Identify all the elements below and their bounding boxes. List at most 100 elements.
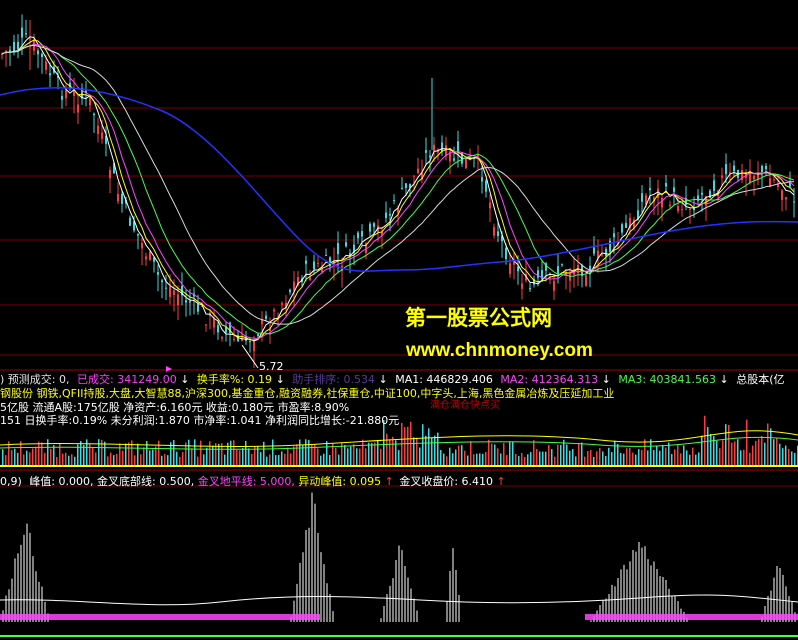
volume-bar [497, 448, 499, 465]
volume-bar [707, 427, 709, 465]
volume-bar [398, 450, 400, 465]
forecast-volume-label: ) 预测成交: 0, [0, 373, 70, 386]
volume-bar [11, 450, 13, 465]
candle-body [453, 158, 455, 161]
volume-bar [407, 426, 409, 465]
ground-band [585, 614, 798, 620]
volume-bar [716, 440, 718, 465]
volume-bar [176, 451, 178, 465]
abnormal-peak-value: 异动峰值: 0.095 [298, 475, 382, 488]
volume-bar [392, 436, 394, 465]
volume-bar [647, 450, 649, 465]
volume-bar [71, 454, 73, 465]
volume-bar [560, 444, 562, 465]
volume-bar [371, 443, 373, 465]
volume-bar [503, 443, 505, 465]
volume-bar [2, 449, 4, 465]
volume-bar [65, 452, 67, 465]
ma30-line [1, 44, 795, 335]
volume-bar [62, 453, 64, 465]
candle-body [493, 226, 495, 236]
candle-body [41, 53, 43, 58]
volume-bar [272, 439, 274, 465]
volume-bar [245, 440, 247, 465]
volume-bar [770, 428, 772, 465]
turnover-line: 151 日换手率:0.19% 未分利润:1.870 市净率:1.041 净利润同… [0, 414, 400, 427]
down-arrow-icon: ↓ [601, 373, 611, 386]
volume-bar [29, 452, 31, 465]
volume-bar [659, 450, 661, 465]
volume-bar [134, 455, 136, 465]
volume-bar [353, 444, 355, 465]
volume-bar [644, 439, 646, 465]
volume-bar [23, 454, 25, 465]
candle-body [713, 180, 715, 191]
volume-bar [554, 456, 556, 465]
volume-bar [512, 441, 514, 465]
volume-bar [293, 446, 295, 465]
candle-body [357, 232, 359, 239]
volume-bar [536, 448, 538, 465]
candle-body [213, 318, 215, 328]
volume-bar [266, 456, 268, 465]
volume-bar [389, 439, 391, 465]
volume-bar [260, 452, 262, 465]
ma10-line [1, 39, 795, 341]
candle-body [221, 337, 223, 339]
candle-body [49, 73, 51, 76]
volume-bar [476, 453, 478, 465]
watermark-url: www.chnmoney.com [406, 340, 593, 361]
candle-body [109, 169, 111, 179]
ma60-line [1, 44, 794, 325]
volume-bar [251, 453, 253, 465]
ma1-value: MA1: 446829.406 [395, 373, 493, 386]
candle-body [417, 168, 419, 173]
volume-bar [779, 443, 781, 465]
volume-bar [155, 446, 157, 465]
volume-bar [728, 424, 730, 465]
volume-bar [623, 453, 625, 465]
ma5-line [1, 36, 795, 342]
candle-body [457, 141, 459, 153]
volume-bar [299, 439, 301, 465]
volume-bar [26, 450, 28, 465]
candle-body [13, 41, 15, 52]
kline-chart[interactable] [0, 0, 798, 640]
volume-bar [191, 448, 193, 465]
volume-bar [671, 454, 673, 465]
volume-bar [335, 448, 337, 465]
volume-bar [761, 435, 763, 465]
volume-bar [218, 443, 220, 465]
volume-bar [17, 452, 19, 465]
volume-bar [545, 451, 547, 465]
volume-bar [290, 453, 292, 465]
volume-bar [755, 440, 757, 465]
watermark-title: 第一股票公式网 [405, 306, 552, 330]
volume-bar [596, 451, 598, 465]
volume-bar [653, 450, 655, 465]
candle-body [93, 113, 95, 116]
volume-bar [680, 453, 682, 465]
volume-bar [506, 455, 508, 465]
volume-bar [161, 455, 163, 465]
candle-body [701, 192, 703, 195]
volume-bar [350, 446, 352, 465]
candle-body [621, 224, 623, 233]
candle-body [337, 243, 339, 255]
volume-bar [209, 441, 211, 465]
volume-bar [248, 448, 250, 465]
volume-bar [179, 456, 181, 465]
volume-bar [5, 455, 7, 465]
candle-body [257, 334, 259, 337]
candle-body [21, 27, 23, 38]
volume-bar [575, 456, 577, 465]
indicator-params: 0,9) [0, 475, 22, 488]
turnover-rate-value: 换手率%: 0.19 [196, 373, 273, 386]
candle-body [325, 254, 327, 256]
volume-bar [200, 440, 202, 465]
candle-body [425, 150, 427, 153]
volume-bar [425, 435, 427, 465]
candle-body [557, 266, 559, 274]
volume-bar [68, 455, 70, 465]
candle-body [165, 287, 167, 289]
